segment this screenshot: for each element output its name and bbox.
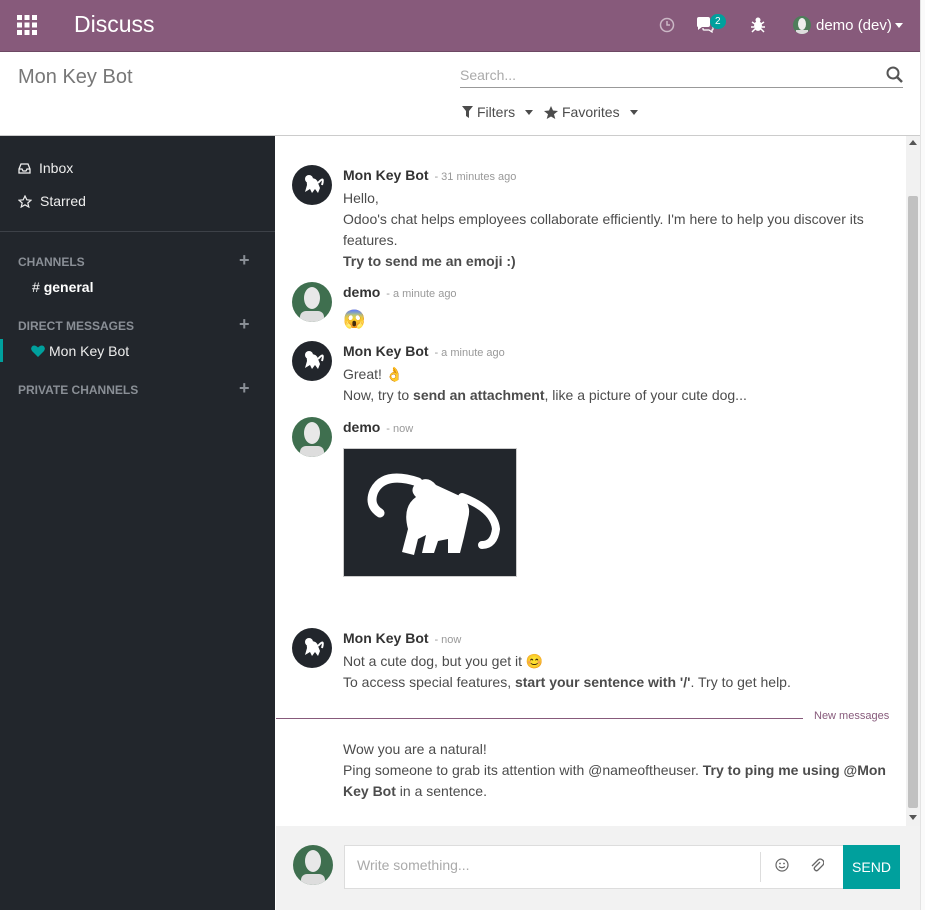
message-body: demo - now <box>343 417 893 577</box>
message-text: Odoo's chat helps employees collaborate … <box>343 211 864 248</box>
filters-button[interactable]: Filters <box>462 104 534 120</box>
hash-icon: # <box>32 279 40 295</box>
message-text: Now, try to send an attachment, like a p… <box>343 387 747 403</box>
sidebar-item-mon-key-bot[interactable]: Mon Key Bot <box>31 343 129 359</box>
heart-icon <box>31 345 45 357</box>
message-body: Mon Key Bot - a minute ago Great! 👌 Now,… <box>343 341 893 406</box>
message-timestamp: - 31 minutes ago <box>434 171 517 183</box>
message-body: Mon Key Bot - now Not a cute dog, but yo… <box>343 628 893 693</box>
caret-down-icon[interactable] <box>895 23 903 28</box>
filter-icon <box>462 106 473 118</box>
smiley-icon[interactable] <box>775 858 789 872</box>
emoji: 😱 <box>343 309 366 329</box>
bug-icon[interactable] <box>750 16 766 34</box>
search-icon[interactable] <box>886 66 903 83</box>
message-timestamp: - a minute ago <box>386 288 457 300</box>
message-timestamp: - a minute ago <box>434 347 505 359</box>
sidebar-item-starred[interactable]: Starred <box>18 193 86 209</box>
sidebar-item-label: Starred <box>40 193 86 209</box>
message-body: demo - a minute ago 😱 <box>343 282 893 330</box>
bot-avatar[interactable] <box>292 165 332 205</box>
window-edge <box>920 0 925 910</box>
user-avatar[interactable] <box>292 282 332 322</box>
message-input[interactable] <box>357 857 737 873</box>
add-channel-plus-icon[interactable]: + <box>239 250 250 271</box>
user-menu-name[interactable]: demo (dev) <box>816 17 892 34</box>
scroll-down-arrow-icon[interactable] <box>909 815 917 820</box>
dm-label: Mon Key Bot <box>49 343 130 359</box>
composer: SEND <box>276 826 920 910</box>
message-text: Ping someone to grab its attention with … <box>343 762 886 799</box>
message-timestamp: - now <box>434 634 462 646</box>
direct-messages-header[interactable]: DIRECT MESSAGES <box>18 319 134 333</box>
apps-grid-icon[interactable] <box>17 15 37 35</box>
message-author[interactable]: demo <box>343 284 380 300</box>
scrollbar-thumb[interactable] <box>908 196 918 808</box>
discuss-sidebar: Inbox Starred CHANNELS + # general DIREC… <box>0 136 275 910</box>
breadcrumb: Mon Key Bot <box>18 66 133 88</box>
app-title: Discuss <box>74 11 155 37</box>
channels-header[interactable]: CHANNELS <box>18 255 85 269</box>
thread-scrollbar[interactable] <box>906 136 920 826</box>
sidebar-divider <box>0 231 275 232</box>
message-text: Hello, <box>343 190 379 206</box>
sidebar-item-general[interactable]: # general <box>32 279 94 295</box>
channel-label: general <box>43 279 94 295</box>
control-panel: Mon Key Bot Filters Favorites <box>0 52 920 136</box>
message-body: Mon Key Bot - 31 minutes ago Hello, Odoo… <box>343 165 893 272</box>
send-button[interactable]: SEND <box>843 845 900 889</box>
active-indicator <box>0 339 3 362</box>
message-body: Wow you are a natural! Ping someone to g… <box>343 739 893 802</box>
user-avatar[interactable] <box>292 417 332 457</box>
message-text: Great! 👌 <box>343 366 404 382</box>
add-dm-plus-icon[interactable]: + <box>239 314 250 335</box>
filters-label: Filters <box>477 104 516 120</box>
favorites-label: Favorites <box>562 104 620 120</box>
search-bar <box>460 65 903 88</box>
search-input[interactable] <box>460 65 870 85</box>
bot-avatar[interactable] <box>292 341 332 381</box>
message-author[interactable]: Mon Key Bot <box>343 167 429 183</box>
top-navbar: Discuss 2 demo (dev) <box>0 0 920 52</box>
star-icon <box>544 105 558 119</box>
message-text: Not a cute dog, but you get it 😊 <box>343 653 544 669</box>
message-author[interactable]: Mon Key Bot <box>343 343 429 359</box>
composer-box <box>344 845 845 889</box>
message-text: Try to send me an emoji :) <box>343 253 516 269</box>
private-channels-header[interactable]: PRIVATE CHANNELS <box>18 383 138 397</box>
caret-down-icon <box>629 109 638 115</box>
clock-icon[interactable] <box>659 17 675 33</box>
bot-avatar[interactable] <box>292 628 332 668</box>
sidebar-item-inbox[interactable]: Inbox <box>18 160 73 176</box>
message-text: Wow you are a natural! <box>343 741 487 757</box>
scroll-up-arrow-icon[interactable] <box>909 140 917 145</box>
divider <box>760 852 761 882</box>
message-thread: Mon Key Bot - 31 minutes ago Hello, Odoo… <box>276 136 906 826</box>
chat-count-badge: 2 <box>710 14 726 29</box>
message-author[interactable]: demo <box>343 419 380 435</box>
star-outline-icon <box>18 194 32 208</box>
message-author[interactable]: Mon Key Bot <box>343 630 429 646</box>
message-text: To access special features, start your s… <box>343 674 791 690</box>
new-messages-separator <box>276 718 803 719</box>
favorites-button[interactable]: Favorites <box>544 104 638 120</box>
message-timestamp: - now <box>386 423 414 435</box>
paperclip-icon[interactable] <box>810 857 824 873</box>
add-private-channel-plus-icon[interactable]: + <box>239 378 250 399</box>
inbox-icon <box>18 162 31 174</box>
caret-down-icon <box>525 109 534 115</box>
new-messages-label: New messages <box>814 710 890 722</box>
sidebar-item-label: Inbox <box>39 160 74 176</box>
user-avatar <box>293 845 333 885</box>
image-attachment[interactable] <box>343 448 517 577</box>
user-avatar[interactable] <box>793 16 811 34</box>
